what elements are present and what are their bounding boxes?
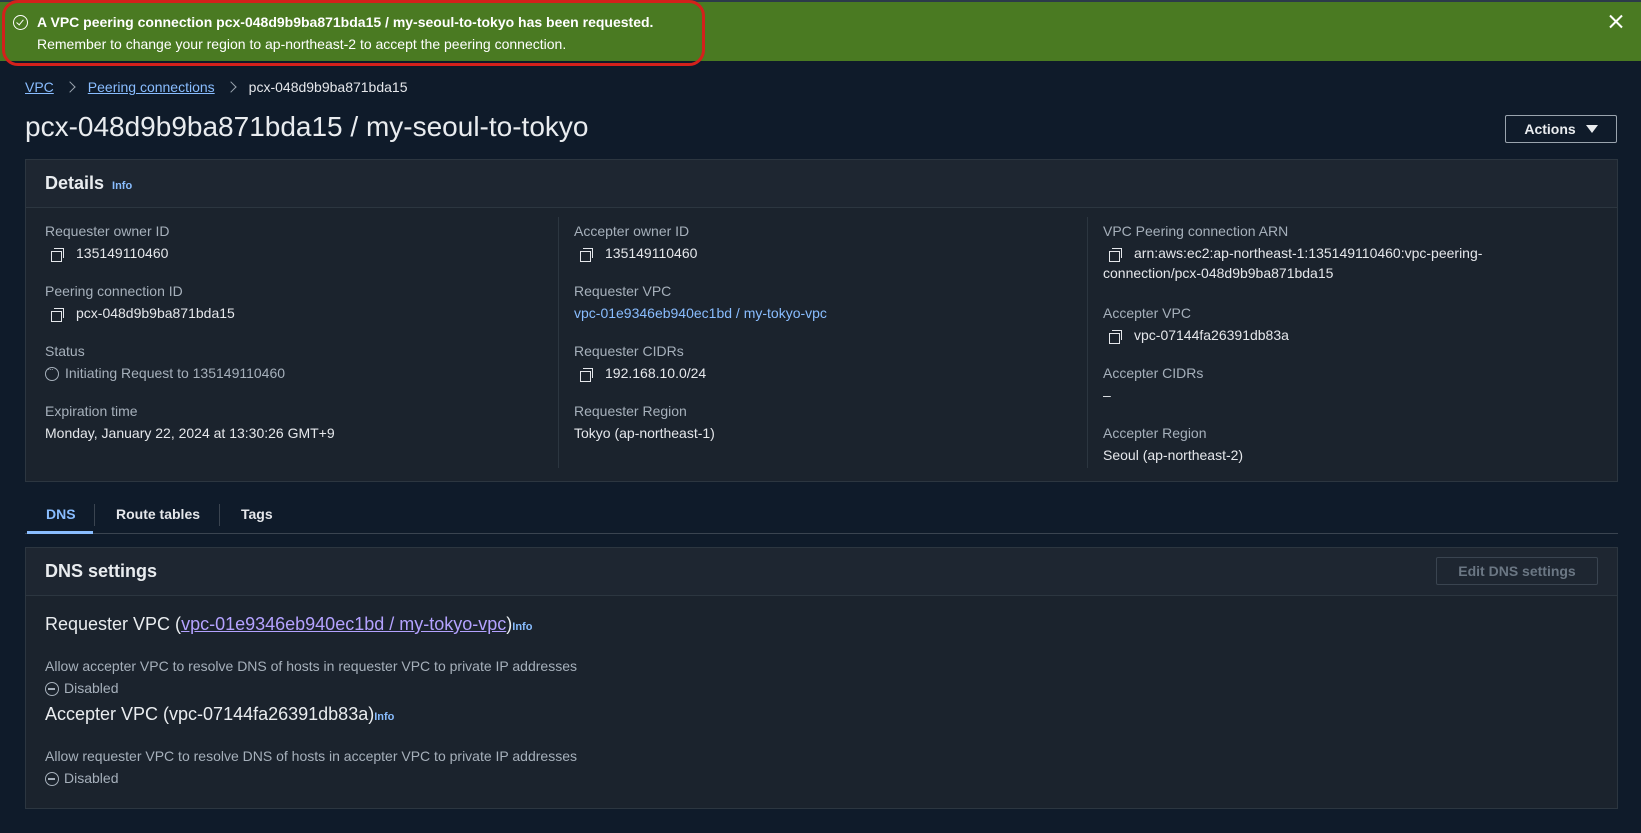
dns-settings-panel: DNS settings Edit DNS settings Requester… — [25, 547, 1618, 809]
details-info-link[interactable]: Info — [112, 180, 132, 192]
accepter-owner-label: Accepter owner ID — [574, 223, 690, 239]
arn-value-line2: connection/pcx-048d9b9ba871bda15 — [1103, 265, 1334, 281]
breadcrumb-peering-link[interactable]: Peering connections — [88, 79, 215, 95]
dns-settings-title: DNS settings — [45, 561, 158, 581]
close-icon[interactable] — [1606, 12, 1626, 32]
disabled-status-icon — [45, 772, 59, 786]
tab-dns[interactable]: DNS — [46, 506, 76, 522]
copy-icon[interactable] — [1109, 330, 1122, 344]
arn-value-line1: arn:aws:ec2:ap-northeast-1:135149110460:… — [1134, 245, 1483, 261]
accepter-vpc-value: vpc-07144fa26391db83a — [1134, 327, 1289, 343]
requester-owner-value: 135149110460 — [76, 245, 169, 261]
requester-vpc-link[interactable]: vpc-01e9346eb940ec1bd / my-tokyo-vpc — [574, 305, 827, 321]
copy-icon[interactable] — [580, 248, 593, 262]
requester-vpc-dns-link[interactable]: vpc-01e9346eb940ec1bd / my-tokyo-vpc — [181, 614, 506, 634]
page-title: pcx-048d9b9ba871bda15 / my-seoul-to-toky… — [25, 111, 589, 142]
peering-id-label: Peering connection ID — [45, 283, 183, 299]
accepter-vpc-label: Accepter VPC — [1103, 305, 1191, 321]
requester-dns-state: Disabled — [64, 680, 119, 696]
requester-region-value: Tokyo (ap-northeast-1) — [574, 425, 715, 441]
expiration-label: Expiration time — [45, 403, 138, 419]
highlight-annotation — [2, 0, 705, 66]
caret-down-icon — [1585, 125, 1598, 133]
arn-label: VPC Peering connection ARN — [1103, 223, 1289, 239]
requester-owner-label: Requester owner ID — [45, 223, 170, 239]
tab-divider — [94, 504, 95, 526]
requester-region-field: Requester Region Tokyo (ap-northeast-1) — [574, 403, 715, 441]
accepter-region-field: Accepter Region Seoul (ap-northeast-2) — [1103, 425, 1243, 463]
breadcrumb-vpc-link[interactable]: VPC — [25, 79, 54, 95]
accepter-cidrs-value: – — [1103, 387, 1111, 403]
accepter-owner-field: Accepter owner ID 135149110460 — [574, 223, 698, 262]
chevron-right-icon — [225, 81, 237, 93]
breadcrumb-current: pcx-048d9b9ba871bda15 — [248, 79, 408, 95]
column-divider — [1087, 217, 1088, 468]
requester-vpc-label: Requester VPC — [574, 283, 672, 299]
accepter-dns-desc: Allow requester VPC to resolve DNS of ho… — [45, 748, 577, 764]
copy-icon[interactable] — [51, 248, 64, 262]
requester-dns-desc: Allow accepter VPC to resolve DNS of hos… — [45, 658, 577, 674]
copy-icon[interactable] — [580, 368, 593, 382]
tab-tags[interactable]: Tags — [241, 506, 273, 522]
expiration-field: Expiration time Monday, January 22, 2024… — [45, 403, 335, 441]
requester-region-label: Requester Region — [574, 403, 687, 419]
actions-button[interactable]: Actions — [1505, 115, 1617, 143]
column-divider — [558, 217, 559, 468]
accepter-vpc-heading: Accepter VPC (vpc-07144fa26391db83a)Info — [45, 704, 394, 725]
copy-icon[interactable] — [51, 308, 64, 322]
accepter-vpc-field: Accepter VPC vpc-07144fa26391db83a — [1103, 305, 1289, 344]
breadcrumb: VPC Peering connections pcx-048d9b9ba871… — [25, 79, 407, 95]
dns-panel-header: DNS settings Edit DNS settings — [26, 548, 1617, 596]
details-title-text: Details — [45, 173, 105, 193]
requester-dns-info-link[interactable]: Info — [512, 621, 532, 633]
copy-icon[interactable] — [1109, 248, 1122, 262]
chevron-right-icon — [64, 81, 76, 93]
details-title: Details Info — [45, 173, 132, 194]
requester-heading-prefix: Requester VPC ( — [45, 614, 182, 634]
pending-status-icon — [45, 362, 59, 381]
arn-field: VPC Peering connection ARN arn:aws:ec2:a… — [1103, 223, 1482, 281]
disabled-status-icon — [45, 682, 59, 696]
details-panel: Details Info Requester owner ID 135149110… — [25, 159, 1618, 482]
status-label: Status — [45, 343, 85, 359]
requester-cidrs-label: Requester CIDRs — [574, 343, 684, 359]
requester-dns-setting: Allow accepter VPC to resolve DNS of hos… — [45, 658, 577, 696]
edit-dns-settings-button[interactable]: Edit DNS settings — [1436, 557, 1598, 585]
requester-vpc-heading: Requester VPC (vpc-01e9346eb940ec1bd / m… — [45, 614, 532, 635]
status-field: Status Initiating Request to 13514911046… — [45, 343, 285, 381]
requester-cidrs-field: Requester CIDRs 192.168.10.0/24 — [574, 343, 707, 382]
accepter-cidrs-field: Accepter CIDRs – — [1103, 365, 1203, 403]
expiration-value: Monday, January 22, 2024 at 13:30:26 GMT… — [45, 425, 335, 441]
accepter-heading-text: Accepter VPC (vpc-07144fa26391db83a) — [45, 704, 375, 724]
requester-owner-field: Requester owner ID 135149110460 — [45, 223, 170, 262]
accepter-region-value: Seoul (ap-northeast-2) — [1103, 447, 1244, 463]
peering-id-field: Peering connection ID pcx-048d9b9ba871bd… — [45, 283, 235, 322]
details-panel-header: Details Info — [26, 160, 1617, 208]
requester-cidrs-value: 192.168.10.0/24 — [605, 365, 707, 381]
peering-id-value: pcx-048d9b9ba871bda15 — [76, 305, 235, 321]
accepter-dns-state: Disabled — [64, 770, 119, 786]
accepter-dns-info-link[interactable]: Info — [374, 711, 394, 723]
accepter-dns-setting: Allow requester VPC to resolve DNS of ho… — [45, 748, 577, 786]
requester-vpc-field: Requester VPC vpc-01e9346eb940ec1bd / my… — [574, 283, 827, 321]
accepter-region-label: Accepter Region — [1103, 425, 1207, 441]
active-tab-indicator — [27, 531, 93, 534]
accepter-cidrs-label: Accepter CIDRs — [1103, 365, 1204, 381]
status-value: Initiating Request to 135149110460 — [65, 365, 286, 381]
tab-route-tables[interactable]: Route tables — [116, 506, 200, 522]
actions-button-label: Actions — [1524, 121, 1576, 137]
tab-bar: DNS Route tables Tags — [25, 496, 1618, 534]
tab-divider — [219, 504, 220, 526]
accepter-owner-value: 135149110460 — [605, 245, 698, 261]
